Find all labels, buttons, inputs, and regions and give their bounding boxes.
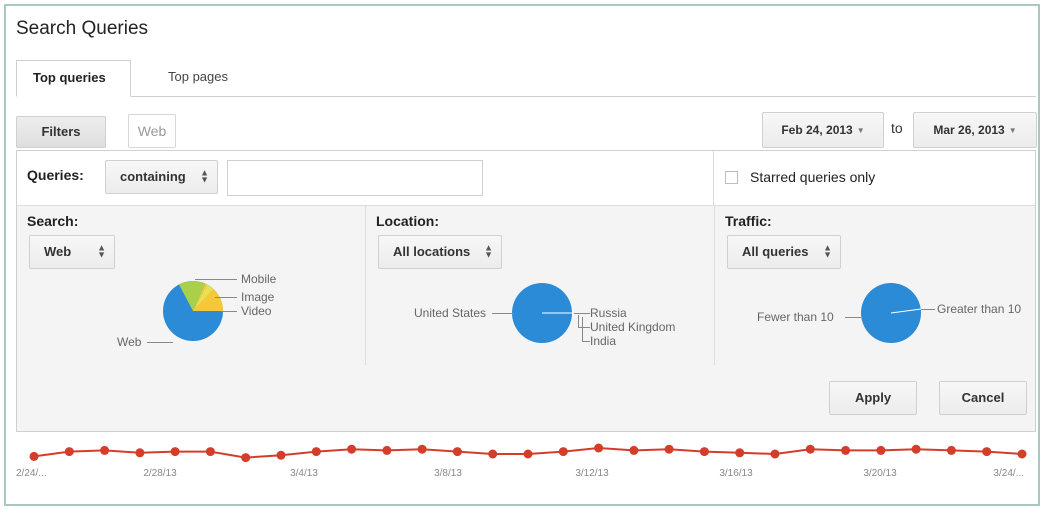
pie-label-india: India [590,334,617,348]
data-point[interactable] [100,445,110,455]
x-tick-label: 3/16/13 [719,468,753,479]
data-point[interactable] [241,453,251,463]
search-pie-chart [163,281,223,341]
queries-line-chart: 2/24/... 2/28/13 3/4/13 3/8/13 3/12/13 3/16/1… [16,443,1027,479]
start-date-label: Feb 24, 2013 [781,123,853,137]
start-date-button[interactable]: Feb 24, 2013 ▼ [762,112,884,148]
end-date-label: Mar 26, 2013 [933,123,1005,137]
data-point[interactable] [347,444,357,454]
data-point[interactable] [770,449,780,459]
data-point[interactable] [452,447,462,457]
data-point[interactable] [982,447,992,457]
data-point[interactable] [735,448,745,458]
cancel-button[interactable]: Cancel [939,381,1027,415]
x-tick-label: 2/24/... [16,468,47,479]
pie-label-united-states: United States [414,306,487,320]
updown-arrows-icon: ▲ ▼ [200,167,209,185]
location-pie-chart [512,283,572,343]
location-label: Location: [376,213,439,229]
pie-label-mobile: Mobile [241,272,277,286]
data-point[interactable] [664,444,674,454]
pie-label-united-kingdom: United Kingdom [590,320,676,334]
data-point[interactable] [29,451,39,461]
data-point[interactable] [946,445,956,455]
updown-arrows-icon: ▲ ▼ [97,242,106,260]
data-point[interactable] [1017,449,1027,459]
data-point[interactable] [64,447,74,457]
x-tick-label: 2/28/13 [143,468,177,479]
data-point[interactable] [699,447,709,457]
search-type-value: Web [44,244,72,259]
data-point[interactable] [276,450,286,460]
data-point[interactable] [417,444,427,454]
location-select[interactable]: All locations ▲ ▼ [378,235,502,269]
queries-label: Queries: [27,167,84,183]
data-point[interactable] [876,445,886,455]
pie-label-russia: Russia [590,306,627,320]
end-date-button[interactable]: Mar 26, 2013 ▼ [913,112,1037,148]
caret-down-icon: ▼ [856,126,865,135]
location-section: Location: All locations ▲ ▼ United States… [366,205,714,365]
queries-row: Queries: containing ▲ ▼ Starred queries o… [17,151,1035,206]
caret-down-icon: ▼ [1008,126,1017,135]
data-point[interactable] [629,445,639,455]
pie-label-image: Image [241,290,275,304]
traffic-section: Traffic: All queries ▲ ▼ Fewer than 10 Gr… [715,205,1035,365]
updown-arrows-icon: ▲ ▼ [823,242,832,260]
data-point[interactable] [311,447,321,457]
data-point[interactable] [805,444,815,454]
starred-queries-checkbox[interactable] [725,171,738,184]
tab-top-queries[interactable]: Top queries [16,60,131,97]
web-filter-chip[interactable]: Web [128,114,176,148]
data-point[interactable] [205,447,215,457]
traffic-pie-chart [861,283,922,343]
filters-panel: Queries: containing ▲ ▼ Starred queries o… [16,150,1036,432]
divider [713,151,714,205]
updown-arrows-icon: ▲ ▼ [484,242,493,260]
traffic-select[interactable]: All queries ▲ ▼ [727,235,841,269]
pie-label-web: Web [117,335,142,349]
match-type-select[interactable]: containing ▲ ▼ [105,160,218,194]
x-tick-label: 3/4/13 [290,468,318,479]
x-tick-label: 3/8/13 [434,468,462,479]
data-point[interactable] [135,448,145,458]
data-point[interactable] [911,444,921,454]
date-range-to-label: to [891,120,903,136]
data-point[interactable] [523,449,533,459]
data-point[interactable] [488,449,498,459]
pie-label-greater-than-10: Greater than 10 [937,302,1022,316]
tab-top-pages[interactable]: Top pages [152,60,244,96]
traffic-value: All queries [742,244,809,259]
query-text-input[interactable] [227,160,483,196]
data-point[interactable] [558,447,568,457]
data-point[interactable] [841,445,851,455]
data-point[interactable] [382,445,392,455]
match-type-value: containing [120,169,186,184]
x-tick-label: 3/24/... [993,468,1024,479]
location-value: All locations [393,244,471,259]
page-title: Search Queries [16,18,149,39]
pie-label-fewer-than-10: Fewer than 10 [757,310,834,324]
data-point[interactable] [170,447,180,457]
search-label: Search: [27,213,79,229]
x-tick-label: 3/12/13 [575,468,609,479]
data-point[interactable] [594,443,604,453]
tab-bar: Top queries Top pages [16,60,1036,97]
pie-label-video: Video [241,304,272,318]
search-type-select[interactable]: Web ▲ ▼ [29,235,115,269]
search-section: Search: Web ▲ ▼ Mobile Image Video Web [17,205,365,365]
traffic-label: Traffic: [725,213,772,229]
filters-button[interactable]: Filters [16,116,106,148]
starred-queries-label[interactable]: Starred queries only [750,169,875,185]
x-tick-label: 3/20/13 [863,468,897,479]
apply-button[interactable]: Apply [829,381,917,415]
